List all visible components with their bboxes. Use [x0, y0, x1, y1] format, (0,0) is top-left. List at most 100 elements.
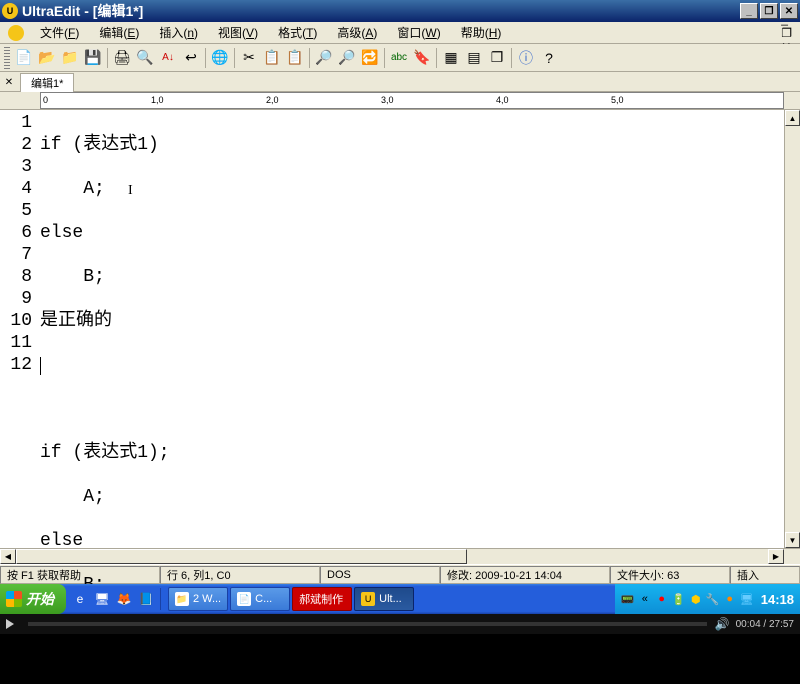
scroll-left-icon[interactable]: ◀ [0, 549, 16, 564]
tray-icon[interactable]: 🔋 [672, 592, 686, 606]
ruler-mark: 5,0 [611, 95, 624, 105]
tray-chevron-icon[interactable]: « [638, 592, 652, 606]
tray-icon[interactable]: 🔧 [706, 592, 720, 606]
vertical-scrollbar[interactable]: ▲ ▼ [784, 110, 800, 548]
title-bar: U UltraEdit - [编辑1*] _ ❐ ✕ [0, 0, 800, 22]
start-button[interactable]: 开始 [0, 584, 66, 614]
tray-icon[interactable]: ● [723, 592, 737, 606]
code-line: if (表达式1) [40, 134, 784, 156]
code-line: else [40, 222, 784, 244]
quick-launch-ie-icon[interactable]: e [70, 588, 90, 610]
line-number: 2 [0, 134, 32, 156]
menu-format[interactable]: 格式(T) [270, 22, 325, 43]
tab-close-icon[interactable]: ✕ [2, 75, 16, 89]
document-icon: 📄 [237, 592, 251, 606]
windows-logo-icon [6, 591, 22, 607]
line-number-gutter: 1 2 3 4 5 6 7 8 9 10 11 12 [0, 110, 36, 548]
task-button[interactable]: 郝斌制作 [292, 587, 352, 611]
scroll-up-icon[interactable]: ▲ [785, 110, 800, 126]
text-cursor-ibeam: I [128, 180, 133, 202]
code-line: if (表达式1); [40, 442, 784, 464]
print-preview-icon[interactable]: 🔍 [134, 47, 156, 69]
editor-area: 1 2 3 4 5 6 7 8 9 10 11 12 if (表达式1) A; … [0, 110, 800, 548]
menu-file[interactable]: 文件(F) [32, 22, 87, 43]
task-button[interactable]: 📁2 W... [168, 587, 228, 611]
line-number: 12 [0, 354, 32, 376]
code-line: 是正确的 [40, 310, 784, 332]
ultraedit-icon: U [361, 592, 375, 606]
quick-launch: e 🖥 🦊 📘 [66, 588, 167, 610]
minimize-button[interactable]: _ [740, 3, 758, 19]
line-number: 1 [0, 112, 32, 134]
text-caret [40, 357, 41, 375]
scroll-down-icon[interactable]: ▼ [785, 532, 800, 548]
ruler-mark: 4,0 [496, 95, 509, 105]
help-icon[interactable]: ⓘ [515, 47, 537, 69]
menu-view[interactable]: 视图(V) [210, 22, 266, 43]
menu-insert[interactable]: 插入(n) [151, 22, 206, 43]
line-number: 11 [0, 332, 32, 354]
open-quick-icon[interactable]: 📁 [59, 47, 81, 69]
tray-icon[interactable]: ⬢ [689, 592, 703, 606]
code-line: A; [40, 178, 784, 200]
taskbar-clock[interactable]: 14:18 [761, 592, 794, 607]
find-icon[interactable]: 🔎 [313, 47, 335, 69]
new-file-icon[interactable]: 📄 [13, 47, 35, 69]
code-line: B;I [40, 266, 784, 288]
open-file-icon[interactable]: 📂 [36, 47, 58, 69]
tile-horizontal-icon[interactable]: ▦ [440, 47, 462, 69]
scroll-thumb[interactable] [16, 549, 467, 564]
line-number: 8 [0, 266, 32, 288]
paste-icon[interactable]: 📋 [284, 47, 306, 69]
scroll-track[interactable] [785, 126, 800, 532]
web-icon[interactable]: 🌐 [209, 47, 231, 69]
quick-launch-app-icon[interactable]: 📘 [136, 588, 156, 610]
seek-slider[interactable] [28, 622, 707, 626]
line-number: 5 [0, 200, 32, 222]
cut-icon[interactable]: ✂ [238, 47, 260, 69]
code-editor[interactable]: if (表达式1) A; else B;I 是正确的 if (表达式1); A;… [36, 110, 784, 548]
line-number: 3 [0, 156, 32, 178]
code-line [40, 398, 784, 420]
menu-advanced[interactable]: 高级(A) [329, 22, 385, 43]
document-tab[interactable]: 编辑1* [20, 73, 74, 92]
menu-window[interactable]: 窗口(W) [389, 22, 448, 43]
cascade-icon[interactable]: ❐ [486, 47, 508, 69]
folder-icon: 📁 [175, 592, 189, 606]
play-icon[interactable] [6, 619, 14, 629]
toolbar: 📄 📂 📁 💾 🖨 🔍 A↓ ↩ 🌐 ✂ 📋 📋 🔎 🔎 🔁 abc 🔖 ▦ ▤… [0, 44, 800, 72]
windows-taskbar: 开始 e 🖥 🦊 📘 📁2 W... 📄C... 郝斌制作 UUlt... 📟 … [0, 584, 800, 614]
bookmark-icon[interactable]: 🔖 [411, 47, 433, 69]
restore-button[interactable]: ❐ [760, 3, 778, 19]
horizontal-scrollbar[interactable]: ◀ ▶ [0, 548, 800, 564]
ruler-mark: 0 [43, 95, 48, 105]
sort-icon[interactable]: A↓ [157, 47, 179, 69]
tray-icon[interactable]: 🖥 [740, 592, 754, 606]
quick-launch-desktop-icon[interactable]: 🖥 [92, 588, 112, 610]
toolbar-grip[interactable] [4, 47, 10, 69]
context-help-icon[interactable]: ? [538, 47, 560, 69]
ruler-mark: 2,0 [266, 95, 279, 105]
document-tab-bar: ✕ 编辑1* [0, 72, 800, 92]
print-icon[interactable]: 🖨 [111, 47, 133, 69]
tile-vertical-icon[interactable]: ▤ [463, 47, 485, 69]
line-number: 10 [0, 310, 32, 332]
tray-icon[interactable]: ● [655, 592, 669, 606]
task-button-active[interactable]: UUlt... [354, 587, 414, 611]
tray-icon[interactable]: 📟 [621, 592, 635, 606]
menu-help[interactable]: 帮助(H) [453, 22, 510, 43]
quick-launch-firefox-icon[interactable]: 🦊 [114, 588, 134, 610]
scroll-track[interactable] [16, 549, 768, 564]
word-wrap-icon[interactable]: ↩ [180, 47, 202, 69]
task-button[interactable]: 📄C... [230, 587, 290, 611]
save-icon[interactable]: 💾 [82, 47, 104, 69]
ruler-mark: 1,0 [151, 95, 164, 105]
spell-check-icon[interactable]: abc [388, 47, 410, 69]
line-number: 6 [0, 222, 32, 244]
find-next-icon[interactable]: 🔎 [336, 47, 358, 69]
child-restore-button[interactable]: ❐ [781, 26, 792, 40]
menu-edit[interactable]: 编辑(E) [91, 22, 147, 43]
copy-icon[interactable]: 📋 [261, 47, 283, 69]
replace-icon[interactable]: 🔁 [359, 47, 381, 69]
child-minimize-button[interactable]: _ [781, 12, 792, 26]
